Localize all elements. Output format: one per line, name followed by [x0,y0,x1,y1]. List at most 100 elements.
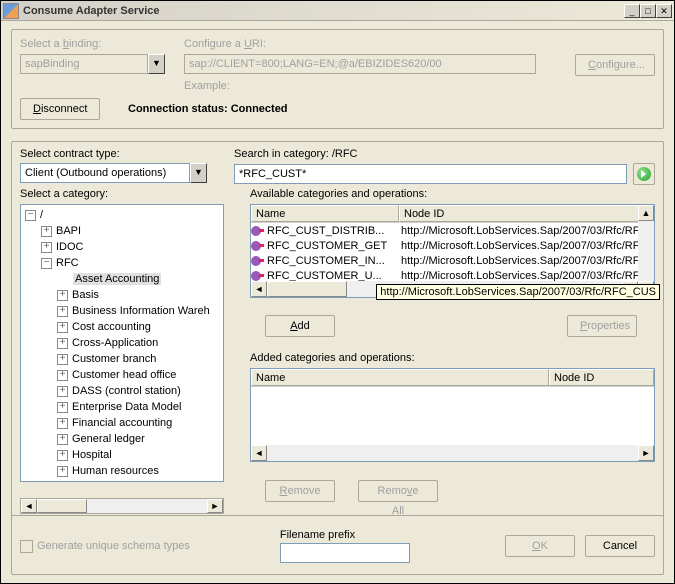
available-listview[interactable]: Name Node ID RFC_CUST_DISTRIB...http://M… [250,204,655,298]
window-controls: _ □ ✕ [624,4,672,18]
available-label: Available categories and operations: [250,188,427,200]
collapse-icon[interactable]: − [25,210,36,221]
uri-label: Configure a URI: [184,38,561,50]
search-input[interactable] [234,164,627,184]
list-item[interactable]: RFC_CUSTOMER_IN...http://Microsoft.LobSe… [251,253,654,268]
column-nodeid[interactable]: Node ID [549,369,654,386]
expand-icon[interactable]: + [57,466,68,477]
scroll-right-icon[interactable]: ► [638,445,654,461]
added-hscroll[interactable]: ◄ ► [251,445,654,461]
expand-icon[interactable]: + [57,482,68,483]
tree-item[interactable]: +Hospital [23,447,221,463]
tree-item[interactable]: +Customer head office [23,367,221,383]
list-item[interactable]: RFC_CUSTOMER_GEThttp://Microsoft.LobServ… [251,238,654,253]
tree-item[interactable]: +Cost accounting [23,319,221,335]
search-button[interactable] [633,163,655,185]
collapse-icon[interactable]: − [41,258,52,269]
expand-icon[interactable]: + [57,434,68,445]
tree-item[interactable]: +DASS (control station) [23,383,221,399]
scroll-thumb[interactable] [267,281,347,297]
expand-icon[interactable]: + [57,338,68,349]
added-listview[interactable]: Name Node ID ◄ ► [250,368,655,462]
operations-panel: Select contract type: ▼ Search in catego… [11,141,664,523]
tree-item[interactable]: +BAPI [23,223,221,239]
operation-icon [251,271,261,281]
disconnect-button[interactable]: Disconnect [20,98,100,120]
expand-icon[interactable]: + [57,450,68,461]
tree-item[interactable]: +Business Information Wareh [23,303,221,319]
tooltip: http://Microsoft.LobServices.Sap/2007/03… [376,284,660,300]
category-tree[interactable]: −/ +BAPI +IDOC −RFC Asset Accounting +Ba… [20,204,224,482]
tree-item[interactable]: +Human resources [23,463,221,479]
uri-input[interactable] [184,54,536,74]
cancel-button[interactable]: Cancel [585,535,655,557]
scroll-left-icon[interactable]: ◄ [251,445,267,461]
connection-status: Connection status: Connected [128,103,288,115]
titlebar: Consume Adapter Service _ □ ✕ [1,1,674,21]
scroll-left-icon[interactable]: ◄ [251,281,267,297]
tree-item[interactable]: +Financial accounting [23,415,221,431]
unique-schema-checkbox[interactable]: Generate unique schema types [20,540,190,553]
operation-icon [251,256,261,266]
window-frame: Consume Adapter Service _ □ ✕ Select a b… [0,0,675,584]
configure-button[interactable]: Configure... [575,54,655,76]
tree-item[interactable]: −RFC [23,255,221,271]
tree-hscroll[interactable]: ◄ ► [20,498,224,514]
tree-item[interactable]: +General ledger [23,431,221,447]
expand-icon[interactable]: + [57,290,68,301]
tree-item[interactable]: +IDOC [23,239,221,255]
footer-panel: Generate unique schema types Filename pr… [11,515,664,575]
expand-icon[interactable]: + [57,306,68,317]
checkbox-icon [20,540,33,553]
minimize-button[interactable]: _ [624,4,640,18]
tree-item[interactable]: +Cross-Application [23,335,221,351]
list-item[interactable]: RFC_CUSTOMER_U...http://Microsoft.LobSer… [251,268,654,281]
contract-combo[interactable] [20,163,190,183]
tree-root[interactable]: −/ [23,207,221,223]
added-label: Added categories and operations: [250,352,415,364]
scroll-up-icon[interactable]: ▲ [638,205,654,221]
expand-icon[interactable]: + [57,386,68,397]
operation-icon [251,241,261,251]
app-icon [3,3,19,19]
example-label: Example: [184,80,561,92]
tree-item[interactable]: +Human Resources Planning [23,479,221,482]
operation-icon [251,226,261,236]
ok-button[interactable]: OK [505,535,575,557]
prefix-input[interactable] [280,543,410,563]
connection-panel: Select a binding: ▼ Configure a URI: Exa… [11,29,664,129]
window-title: Consume Adapter Service [23,5,624,17]
tree-item[interactable]: +Basis [23,287,221,303]
remove-button[interactable]: Remove [265,480,335,502]
column-name[interactable]: Name [251,205,399,222]
expand-icon[interactable]: + [57,418,68,429]
binding-combo[interactable] [20,54,148,74]
tree-item[interactable]: +Customer branch [23,351,221,367]
binding-dropdown-icon[interactable]: ▼ [148,54,165,74]
go-icon [637,167,651,181]
tree-item[interactable]: Asset Accounting [23,271,221,287]
window-body: Select a binding: ▼ Configure a URI: Exa… [1,21,674,583]
properties-button[interactable]: Properties [567,315,637,337]
expand-icon[interactable]: + [57,402,68,413]
list-item[interactable]: RFC_CUST_DISTRIB...http://Microsoft.LobS… [251,223,654,238]
scroll-right-icon[interactable]: ► [207,499,223,513]
search-label: Search in category: /RFC [234,148,655,160]
expand-icon[interactable]: + [57,322,68,333]
contract-dropdown-icon[interactable]: ▼ [190,163,207,183]
binding-label: Select a binding: [20,38,170,50]
tree-item[interactable]: +Enterprise Data Model [23,399,221,415]
expand-icon[interactable]: + [57,354,68,365]
add-button[interactable]: Add [265,315,335,337]
maximize-button[interactable]: □ [640,4,656,18]
expand-icon[interactable]: + [41,242,52,253]
category-label: Select a category: [20,188,108,200]
column-name[interactable]: Name [251,369,549,386]
scroll-left-icon[interactable]: ◄ [21,499,37,513]
expand-icon[interactable]: + [41,226,52,237]
column-nodeid[interactable]: Node ID [399,205,654,222]
scroll-thumb[interactable] [37,499,87,513]
expand-icon[interactable]: + [57,370,68,381]
removeall-button[interactable]: Remove All [358,480,438,502]
close-button[interactable]: ✕ [656,4,672,18]
